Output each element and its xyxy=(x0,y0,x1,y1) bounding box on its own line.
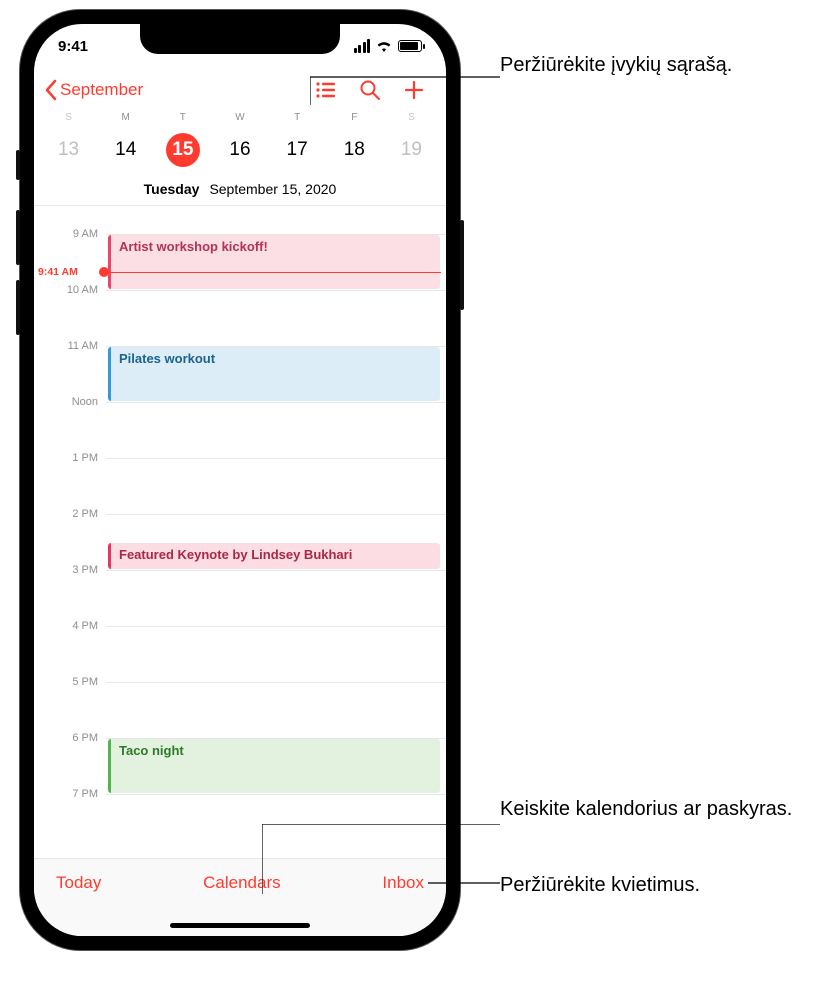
hour-line xyxy=(106,402,446,403)
back-chevron-icon xyxy=(44,79,58,101)
dow-label: M xyxy=(97,112,154,127)
now-dot xyxy=(99,267,109,277)
hour-label: Noon xyxy=(42,396,104,408)
hour-label: 3 PM xyxy=(42,564,104,576)
callout-calendars: Keiskite kalendorius ar paskyras. xyxy=(500,796,820,823)
back-label: September xyxy=(60,80,143,100)
now-label: 9:41 AM xyxy=(38,266,78,278)
hour-label: 6 PM xyxy=(42,732,104,744)
day-cell[interactable]: 13 xyxy=(40,127,97,177)
hour-label: 1 PM xyxy=(42,452,104,464)
calendar-event[interactable]: Artist workshop kickoff! xyxy=(108,235,440,289)
mute-switch[interactable] xyxy=(16,150,20,180)
day-cell[interactable]: 15 xyxy=(154,127,211,177)
date-strip-dayname: Tuesday xyxy=(144,181,200,197)
home-indicator[interactable] xyxy=(170,923,310,928)
date-strip-full: September 15, 2020 xyxy=(209,181,336,197)
power-button[interactable] xyxy=(460,220,464,310)
volume-down-button[interactable] xyxy=(16,280,20,335)
hour-label: 5 PM xyxy=(42,676,104,688)
hour-line xyxy=(106,458,446,459)
calendar-event[interactable]: Taco night xyxy=(108,739,440,793)
callout-inbox: Peržiūrėkite kvietimus. xyxy=(500,872,820,899)
day-cell[interactable]: 19 xyxy=(383,127,440,177)
hour-line xyxy=(106,570,446,571)
dow-label: S xyxy=(40,112,97,127)
calendar-event[interactable]: Pilates workout xyxy=(108,347,440,401)
hour-label: 10 AM xyxy=(42,284,104,296)
notch xyxy=(140,24,340,54)
battery-icon xyxy=(398,40,422,52)
dow-label: T xyxy=(154,112,211,127)
today-button[interactable]: Today xyxy=(56,873,101,893)
day-cell[interactable]: 17 xyxy=(269,127,326,177)
callout-line-inbox xyxy=(428,882,500,884)
dow-label: F xyxy=(326,112,383,127)
callout-line-list xyxy=(310,65,500,105)
hour-line xyxy=(106,794,446,795)
hour-label: 4 PM xyxy=(42,620,104,632)
cellular-icon xyxy=(354,39,371,53)
wifi-icon xyxy=(376,40,392,52)
hour-line xyxy=(106,290,446,291)
hour-label: 7 PM xyxy=(42,788,104,800)
day-row: 13141516171819 xyxy=(40,127,440,177)
screen: 9:41 September xyxy=(34,24,446,936)
status-time: 9:41 xyxy=(58,38,88,55)
dow-label: W xyxy=(211,112,268,127)
status-icons xyxy=(354,39,423,53)
hour-label: 9 AM xyxy=(42,228,104,240)
calendar-event[interactable]: Featured Keynote by Lindsey Bukhari xyxy=(108,543,440,569)
hour-line xyxy=(106,682,446,683)
now-line xyxy=(104,272,441,273)
back-button[interactable]: September xyxy=(44,79,143,101)
day-cell[interactable]: 14 xyxy=(97,127,154,177)
day-timeline[interactable]: 9 AM 10 AM 11 AM Noon 1 PM 2 PM 3 PM 4 PM 5 PM 6 … xyxy=(34,206,446,820)
hour-line xyxy=(106,626,446,627)
hour-line xyxy=(106,514,446,515)
dow-label: T xyxy=(269,112,326,127)
dow-label: S xyxy=(383,112,440,127)
hour-label: 2 PM xyxy=(42,508,104,520)
phone-frame: 9:41 September xyxy=(20,10,460,950)
dow-row: SMTWTFS xyxy=(40,112,440,127)
date-strip: Tuesday September 15, 2020 xyxy=(34,177,446,206)
day-cell[interactable]: 16 xyxy=(211,127,268,177)
volume-up-button[interactable] xyxy=(16,210,20,265)
day-cell[interactable]: 18 xyxy=(326,127,383,177)
week-header: SMTWTFS 13141516171819 xyxy=(34,112,446,177)
hour-label: 11 AM xyxy=(42,340,104,352)
callout-list: Peržiūrėkite įvykių sąrašą. xyxy=(500,52,820,79)
